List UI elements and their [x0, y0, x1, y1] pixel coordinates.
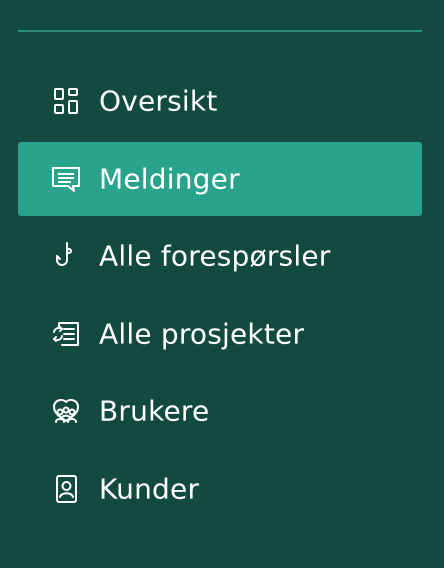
sidebar-item-label: Kunder [99, 472, 200, 505]
sidebar-item-meldinger[interactable]: Meldinger [18, 141, 422, 216]
sidebar-item-label: Brukere [99, 394, 210, 428]
sidebar-item-alle-prosjekter[interactable]: Alle prosjekter [18, 297, 422, 371]
message-icon [50, 163, 82, 195]
sidebar-nav: Oversikt Meldinger Alle forespørsler All… [18, 64, 422, 529]
sidebar-item-label: Oversikt [99, 84, 218, 118]
users-icon [50, 395, 82, 427]
sync-list-icon [50, 318, 82, 350]
sidebar-item-alle-foresporsler[interactable]: Alle forespørsler [18, 219, 422, 293]
contact-icon [50, 473, 82, 505]
fishhook-icon [50, 240, 82, 272]
sidebar-item-label: Alle forespørsler [99, 239, 331, 273]
sidebar-item-oversikt[interactable]: Oversikt [18, 64, 422, 138]
sidebar-item-label: Alle prosjekter [99, 317, 305, 350]
top-divider [18, 30, 422, 32]
sidebar-item-kunder[interactable]: Kunder [18, 452, 422, 526]
dashboard-icon [50, 85, 82, 117]
sidebar-item-label: Meldinger [99, 162, 240, 195]
sidebar-item-brukere[interactable]: Brukere [18, 374, 422, 448]
